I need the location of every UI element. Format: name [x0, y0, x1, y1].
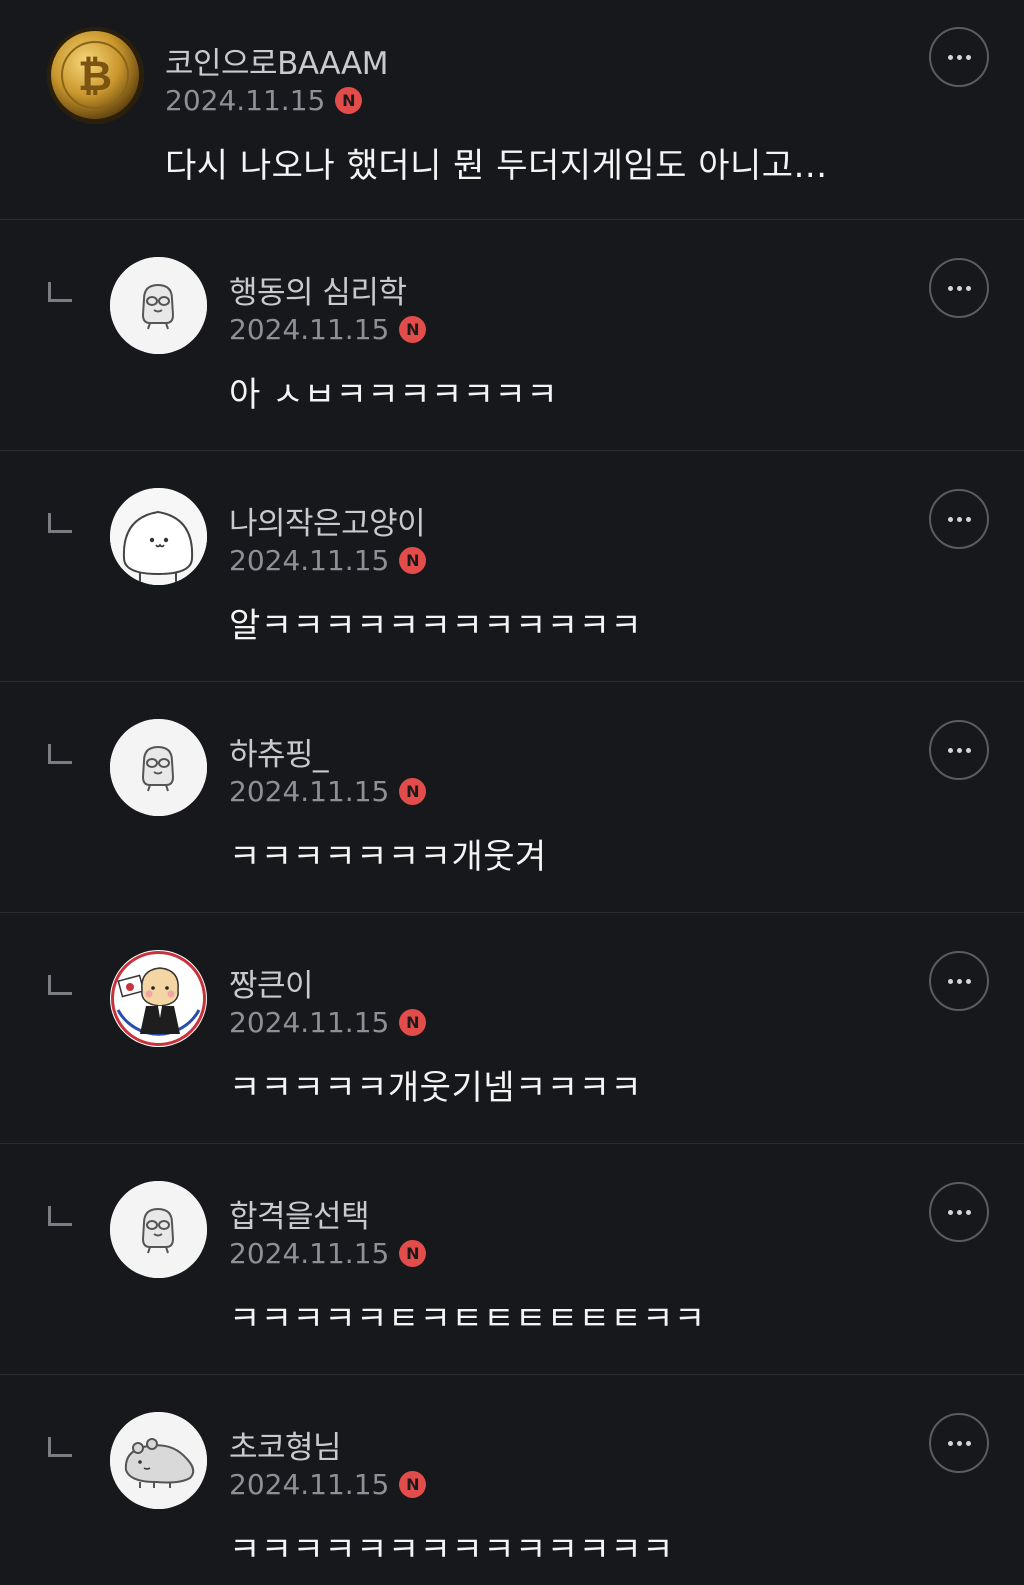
- dot-icon: [956, 54, 962, 60]
- comment-text: ㅋㅋㅋㅋㅋㅋㅋㅋㅋㅋㅋㅋㅋㅋ: [229, 1530, 674, 1570]
- more-options-button[interactable]: [929, 720, 989, 780]
- comment-author[interactable]: 짱큰이: [229, 960, 314, 1005]
- dot-icon: [947, 54, 953, 60]
- new-badge: N: [335, 87, 363, 114]
- dot-icon: [947, 1440, 953, 1446]
- dot-icon: [956, 516, 962, 522]
- more-options-button[interactable]: [929, 1182, 989, 1242]
- lying-creature-character-icon[interactable]: [110, 1412, 207, 1509]
- comment-date: 2024.11.15: [229, 1237, 390, 1270]
- reply-arrow-icon: [48, 282, 72, 302]
- reply-item: 나의작은고양이 2024.11.15 N 알ㅋㅋㅋㅋㅋㅋㅋㅋㅋㅋㅋㅋ: [0, 451, 1024, 682]
- comment-date: 2024.11.15: [229, 1006, 390, 1039]
- dot-icon: [965, 54, 971, 60]
- dot-icon: [965, 978, 971, 984]
- more-options-button[interactable]: [929, 951, 989, 1011]
- comment-meta: 2024.11.15 N: [229, 1468, 427, 1501]
- comment-date: 2024.11.15: [229, 544, 390, 577]
- dot-icon: [947, 747, 953, 753]
- comment-text: 알ㅋㅋㅋㅋㅋㅋㅋㅋㅋㅋㅋㅋ: [229, 606, 643, 646]
- comment-item: ₿ 코인으로BAAAM 2024.11.15 N 다시 나오나 했더니 뭔 두더…: [0, 0, 1024, 220]
- comment-text: ㅋㅋㅋㅋㅋ개웃기넴ㅋㅋㅋㅋ: [229, 1068, 643, 1108]
- reply-item: 초코형님 2024.11.15 N ㅋㅋㅋㅋㅋㅋㅋㅋㅋㅋㅋㅋㅋㅋ: [0, 1375, 1024, 1585]
- dot-icon: [965, 1209, 971, 1215]
- reply-arrow-icon: [48, 975, 72, 995]
- comment-text: 아 ㅅㅂㅋㅋㅋㅋㅋㅋㅋ: [229, 375, 559, 415]
- comment-author[interactable]: 합격을선택: [229, 1191, 370, 1236]
- new-badge: N: [399, 316, 427, 343]
- bitcoin-coin-icon[interactable]: ₿: [47, 27, 144, 124]
- dot-icon: [956, 285, 962, 291]
- dot-icon: [965, 1440, 971, 1446]
- dot-icon: [947, 1209, 953, 1215]
- dot-icon: [956, 1209, 962, 1215]
- new-badge: N: [399, 1009, 427, 1036]
- new-badge: N: [399, 547, 427, 574]
- dot-icon: [965, 747, 971, 753]
- comment-meta: 2024.11.15 N: [229, 775, 427, 808]
- white-blob-character-icon[interactable]: [110, 488, 207, 585]
- reply-item: 행동의 심리학 2024.11.15 N 아 ㅅㅂㅋㅋㅋㅋㅋㅋㅋ: [0, 220, 1024, 451]
- comment-meta: 2024.11.15 N: [229, 1006, 427, 1039]
- comment-author[interactable]: 나의작은고양이: [229, 498, 426, 543]
- comment-date: 2024.11.15: [229, 1468, 390, 1501]
- comment-author[interactable]: 하츄핑_: [229, 729, 329, 774]
- reply-arrow-icon: [48, 513, 72, 533]
- hamster-flag-character-icon[interactable]: [110, 950, 207, 1047]
- more-options-button[interactable]: [929, 489, 989, 549]
- dot-icon: [947, 285, 953, 291]
- reply-item: 합격을선택 2024.11.15 N ㅋㅋㅋㅋㅋㅌㅋㅌㅌㅌㅌㅌㅌㅋㅋ: [0, 1144, 1024, 1375]
- dot-icon: [956, 978, 962, 984]
- more-options-button[interactable]: [929, 258, 989, 318]
- comment-text: 다시 나오나 했더니 뭔 두더지게임도 아니고...: [165, 146, 828, 186]
- new-badge: N: [399, 778, 427, 805]
- new-badge: N: [399, 1240, 427, 1267]
- reply-item: 짱큰이 2024.11.15 N ㅋㅋㅋㅋㅋ개웃기넴ㅋㅋㅋㅋ: [0, 913, 1024, 1144]
- comment-text: ㅋㅋㅋㅋㅋㅌㅋㅌㅌㅌㅌㅌㅌㅋㅋ: [229, 1299, 706, 1339]
- comment-author[interactable]: 코인으로BAAAM: [165, 38, 388, 83]
- dot-icon: [965, 285, 971, 291]
- new-badge: N: [399, 1471, 427, 1498]
- comment-meta: 2024.11.15 N: [229, 1237, 427, 1270]
- comment-date: 2024.11.15: [165, 84, 326, 117]
- dot-icon: [947, 516, 953, 522]
- reply-arrow-icon: [48, 1437, 72, 1457]
- reply-item: 하츄핑_ 2024.11.15 N ㅋㅋㅋㅋㅋㅋㅋ개웃겨: [0, 682, 1024, 913]
- reply-arrow-icon: [48, 744, 72, 764]
- comment-meta: 2024.11.15 N: [229, 313, 427, 346]
- dot-icon: [947, 978, 953, 984]
- dot-icon: [965, 516, 971, 522]
- dot-icon: [956, 747, 962, 753]
- comment-meta: 2024.11.15 N: [165, 84, 363, 117]
- reply-arrow-icon: [48, 1206, 72, 1226]
- comment-author[interactable]: 행동의 심리학: [229, 267, 407, 312]
- default-character-icon[interactable]: [110, 1181, 207, 1278]
- comment-date: 2024.11.15: [229, 775, 390, 808]
- default-character-icon[interactable]: [110, 257, 207, 354]
- dot-icon: [956, 1440, 962, 1446]
- default-character-icon[interactable]: [110, 719, 207, 816]
- comment-meta: 2024.11.15 N: [229, 544, 427, 577]
- comment-date: 2024.11.15: [229, 313, 390, 346]
- more-options-button[interactable]: [929, 1413, 989, 1473]
- comment-text: ㅋㅋㅋㅋㅋㅋㅋ개웃겨: [229, 837, 547, 877]
- svg-text:₿: ₿: [78, 51, 112, 100]
- comment-author[interactable]: 초코형님: [229, 1422, 342, 1467]
- more-options-button[interactable]: [929, 27, 989, 87]
